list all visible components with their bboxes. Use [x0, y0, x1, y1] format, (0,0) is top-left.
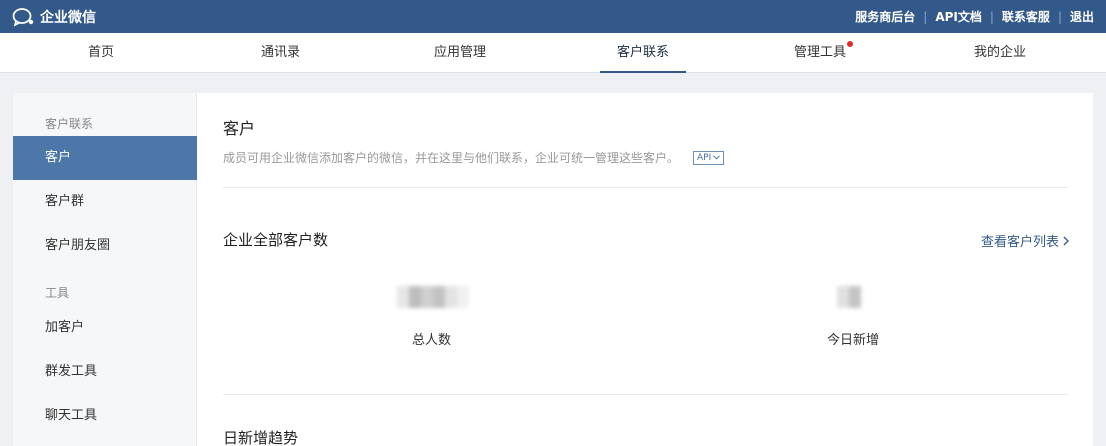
chevron-right-icon	[1063, 236, 1069, 245]
sidebar-item-chat-tools[interactable]: 聊天工具	[13, 394, 197, 438]
sidebar-item-customers[interactable]: 客户	[13, 136, 197, 180]
tab-home[interactable]: 首页	[88, 33, 114, 73]
notification-dot	[847, 41, 854, 47]
sidebar-item-add-customer[interactable]: 加客户	[13, 306, 197, 350]
sidebar: 客户联系 客户 客户群 客户朋友圈 工具 加客户 群发工具 聊天工具	[13, 93, 197, 446]
page-title: 客户	[223, 119, 256, 138]
separator: |	[1057, 9, 1062, 24]
stat-label-total: 总人数	[412, 333, 452, 348]
top-links: 服务商后台 | API文档 | 联系客服 | 退出	[855, 0, 1094, 33]
api-docs-link[interactable]: API文档	[935, 8, 982, 25]
main-nav: 首页 通讯录 应用管理 客户联系 管理工具 我的企业	[0, 33, 1106, 73]
tab-label: 应用管理	[434, 45, 487, 60]
divider	[223, 187, 1068, 188]
sidebar-item-mass-send[interactable]: 群发工具	[13, 350, 197, 394]
tab-contacts[interactable]: 通讯录	[261, 33, 300, 73]
brand-name: 企业微信	[40, 9, 96, 26]
sidebar-group-tools: 工具	[45, 286, 70, 300]
tab-label: 管理工具	[794, 45, 847, 60]
view-list-label: 查看客户列表	[980, 235, 1059, 250]
tab-label: 我的企业	[974, 45, 1027, 60]
page-description: 成员可用企业微信添加客户的微信，并在这里与他们联系，企业可统一管理这些客户。 A…	[223, 149, 725, 166]
logout-link[interactable]: 退出	[1070, 8, 1094, 25]
section-title-daily-trend: 日新增趋势	[223, 429, 299, 446]
separator: |	[989, 9, 994, 24]
stat-label-today-new: 今日新增	[827, 333, 880, 348]
tab-my-enterprise[interactable]: 我的企业	[974, 33, 1026, 73]
sidebar-item-moments[interactable]: 客户朋友圈	[13, 224, 197, 268]
tab-customer-contact[interactable]: 客户联系	[600, 33, 686, 73]
tab-management-tools[interactable]: 管理工具	[794, 33, 854, 73]
brand[interactable]: 企业微信	[12, 0, 96, 33]
tab-label: 通讯录	[261, 45, 301, 60]
divider	[223, 394, 1068, 395]
main-content: 客户 成员可用企业微信添加客户的微信，并在这里与他们联系，企业可统一管理这些客户…	[197, 93, 1093, 446]
sidebar-item-customer-groups[interactable]: 客户群	[13, 180, 197, 224]
section-title-total-customers: 企业全部客户数	[223, 231, 329, 249]
api-tag[interactable]: API	[693, 150, 725, 165]
tab-label: 首页	[88, 45, 115, 60]
separator: |	[923, 9, 928, 24]
provider-console-link[interactable]: 服务商后台	[855, 8, 915, 25]
wecom-logo-icon	[12, 7, 36, 27]
contact-support-link[interactable]: 联系客服	[1002, 8, 1050, 25]
view-customer-list-link[interactable]: 查看客户列表	[981, 231, 1069, 250]
description-text: 成员可用企业微信添加客户的微信，并在这里与他们联系，企业可统一管理这些客户。	[223, 151, 680, 165]
today-new-value-blurred	[837, 286, 861, 308]
api-tag-label: API	[697, 152, 712, 163]
tab-app-management[interactable]: 应用管理	[434, 33, 486, 73]
tab-label: 客户联系	[616, 45, 669, 60]
chevron-down-icon	[713, 155, 721, 160]
sidebar-group-customer-contact: 客户联系	[45, 117, 94, 131]
content-panel: 客户联系 客户 客户群 客户朋友圈 工具 加客户 群发工具 聊天工具 客户 成员…	[13, 93, 1093, 446]
total-count-value-blurred	[397, 286, 469, 308]
top-bar: 企业微信 服务商后台 | API文档 | 联系客服 | 退出	[0, 0, 1106, 33]
